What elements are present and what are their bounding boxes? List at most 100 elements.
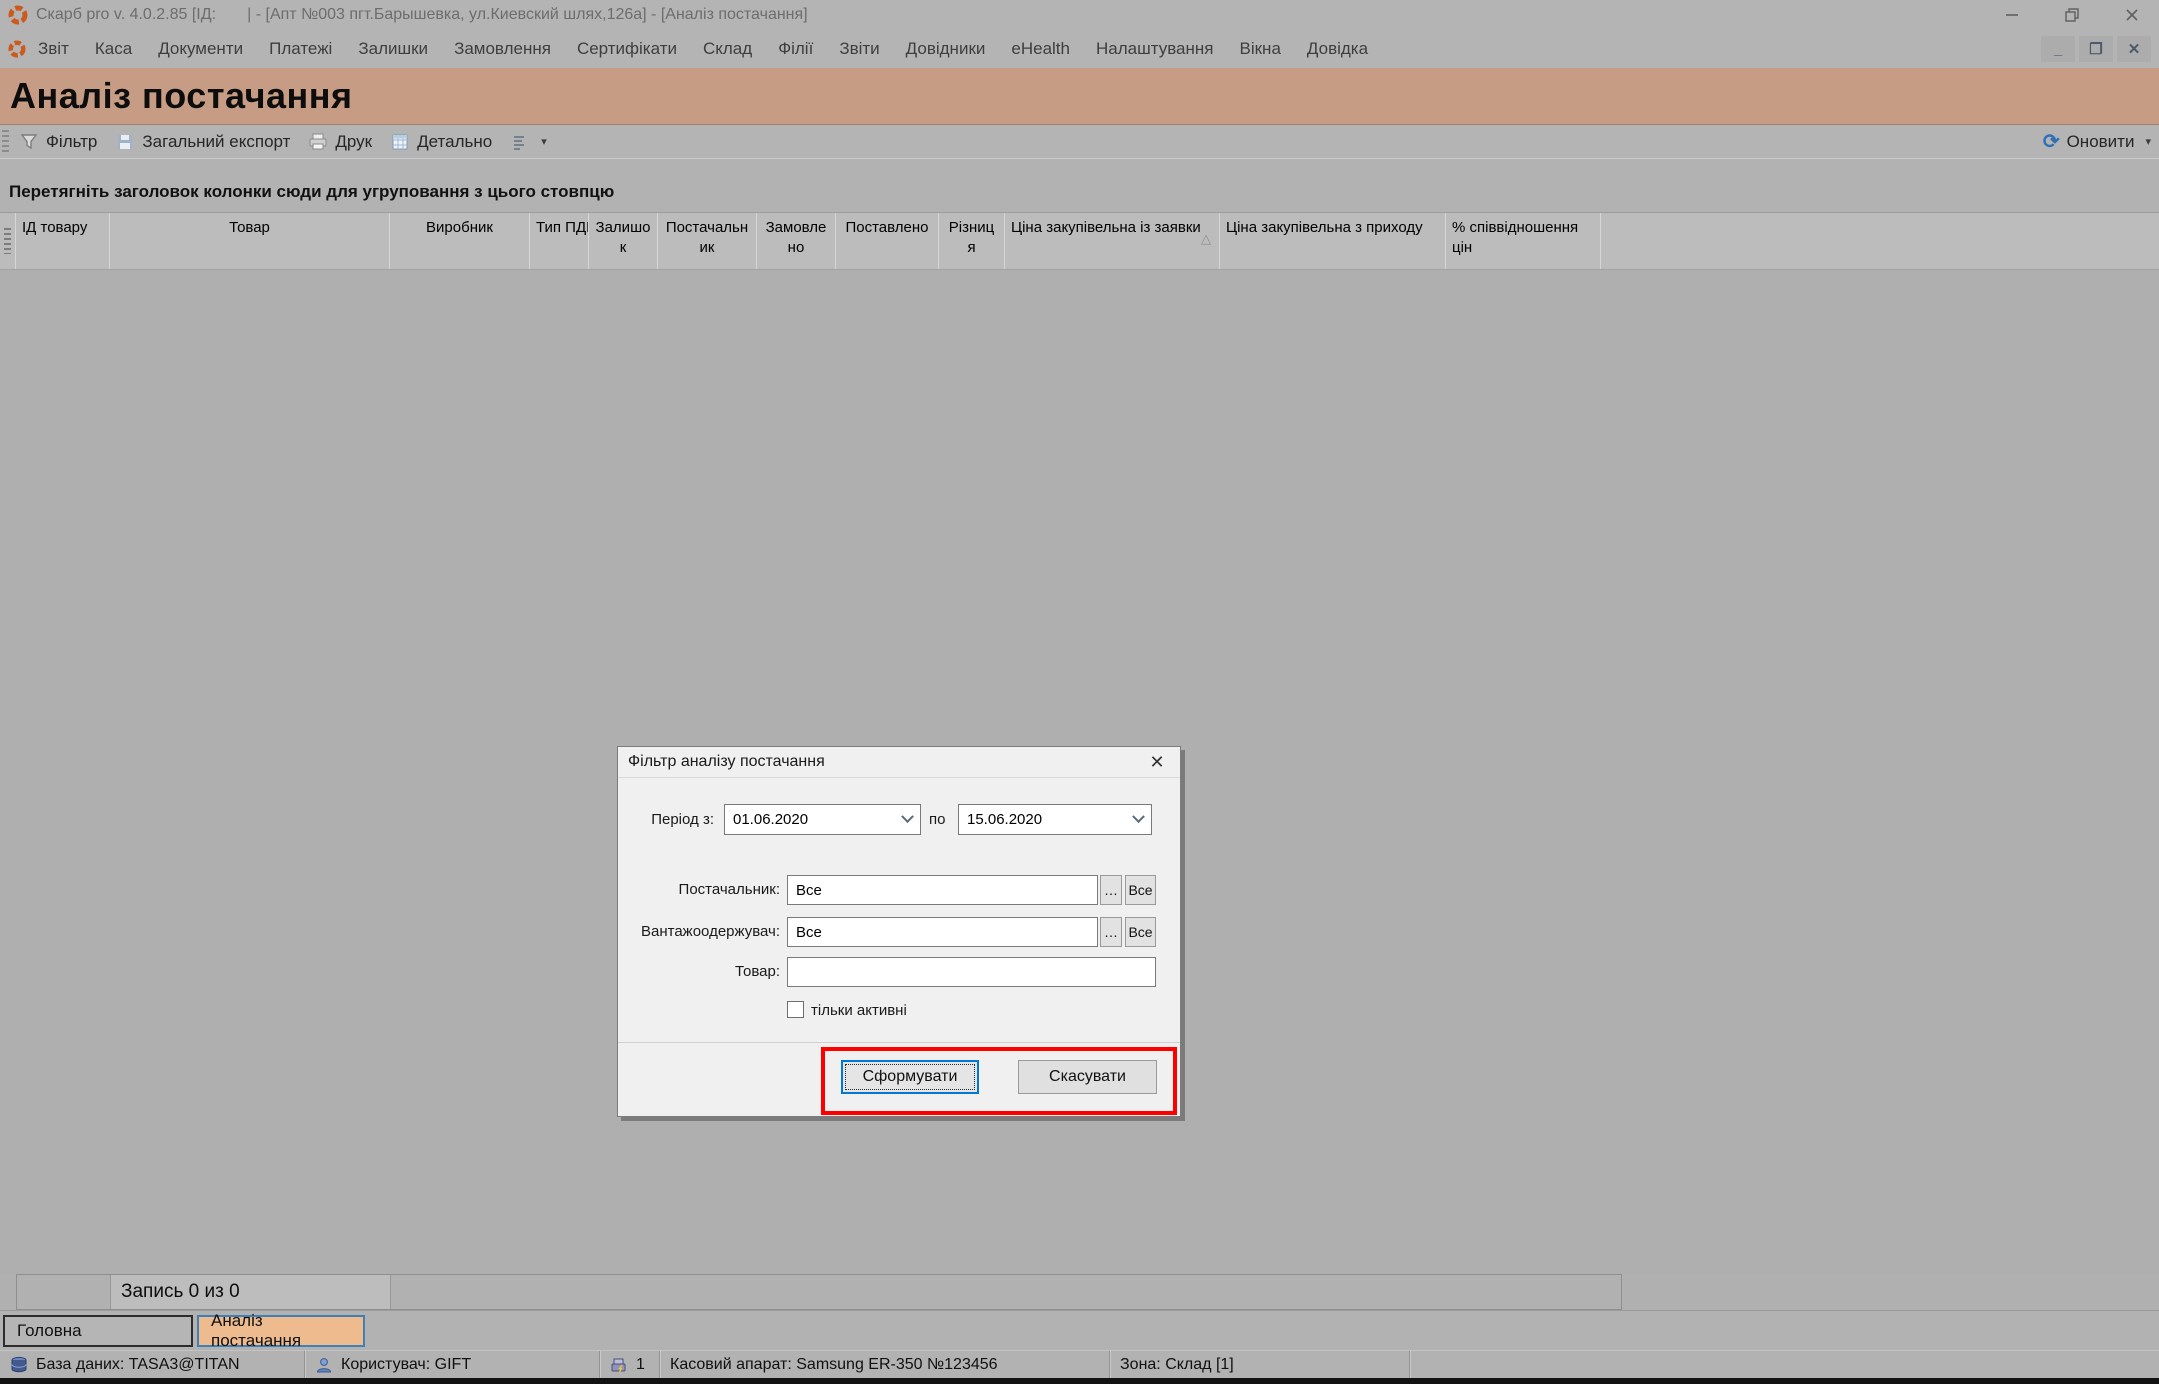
menu-item-ehealth[interactable]: eHealth: [1011, 39, 1070, 59]
menu-item-zvity[interactable]: Звіти: [839, 39, 879, 59]
menu-item-dovidka[interactable]: Довідка: [1307, 39, 1368, 59]
product-input[interactable]: [787, 957, 1156, 987]
minimize-icon[interactable]: [1999, 4, 2025, 26]
menu-item-sertyfikaty[interactable]: Сертифікати: [577, 39, 677, 59]
page-title-band: Аналіз постачання: [0, 68, 2159, 125]
column-header-id-tovaru[interactable]: ІД товару: [16, 213, 110, 269]
column-header-typ-pdv[interactable]: Тип ПДВ: [530, 213, 589, 269]
app-window: Скарб pro v. 4.0.2.85 [ІД: | - [Апт №003…: [0, 0, 2159, 1384]
toolbar-grip[interactable]: [2, 130, 9, 154]
consignee-value: Все: [796, 924, 1089, 941]
column-header-tsina-prykhodu[interactable]: Ціна закупівельна з приходу: [1220, 213, 1446, 269]
status-zone: Зона: Склад [1]: [1110, 1351, 1410, 1378]
status-user: Користувач: GIFT: [305, 1351, 600, 1378]
column-header-zalyshok[interactable]: Залишок: [589, 213, 658, 269]
menu-item-zalyshky[interactable]: Залишки: [358, 39, 428, 59]
combo-chevron-icon: [1132, 810, 1145, 823]
restore-icon[interactable]: [2059, 4, 2085, 26]
consignee-input[interactable]: Все: [787, 917, 1098, 947]
period-to-combo[interactable]: 15.06.2020: [958, 804, 1152, 835]
menu-item-kasa[interactable]: Каса: [95, 39, 132, 59]
close-icon[interactable]: [2119, 4, 2145, 26]
supplier-all-button[interactable]: Все: [1125, 875, 1156, 905]
menu-item-dokumenty[interactable]: Документи: [158, 39, 243, 59]
detail-label: Детально: [417, 132, 492, 152]
menu-item-zamovlennia[interactable]: Замовлення: [454, 39, 551, 59]
menu-item-filii[interactable]: Філії: [778, 39, 813, 59]
filter-icon: [19, 132, 39, 152]
dialog-title: Фільтр аналізу постачання: [628, 753, 1144, 771]
group-by-bar[interactable]: Перетягніть заголовок колонки сюди для у…: [0, 172, 2159, 212]
filter-button[interactable]: Фільтр: [19, 132, 97, 152]
group-by-hint: Перетягніть заголовок колонки сюди для у…: [9, 182, 614, 202]
period-from-combo[interactable]: 01.06.2020: [724, 804, 921, 835]
supplier-input[interactable]: Все: [787, 875, 1098, 905]
page-title: Аналіз постачання: [10, 75, 352, 117]
column-header-tsina-zaiavky[interactable]: Ціна закупівельна із заявки △: [1005, 213, 1220, 269]
dialog-close-icon[interactable]: ✕: [1144, 752, 1170, 773]
refresh-label: Оновити: [2067, 132, 2135, 152]
list-options-button[interactable]: ▾: [510, 132, 547, 152]
product-label: Товар:: [618, 963, 780, 980]
cancel-button[interactable]: Скасувати: [1018, 1060, 1157, 1094]
column-header-spivvidnoshennia[interactable]: % співвідношення цін: [1446, 213, 1601, 269]
record-count-panel: Запись 0 из 0: [111, 1275, 391, 1309]
mdi-minimize-icon[interactable]: _: [2041, 36, 2075, 62]
supplier-browse-button[interactable]: …: [1100, 875, 1122, 905]
print-label: Друк: [335, 132, 372, 152]
period-from-label: Період з:: [618, 811, 714, 828]
menu-item-platezhi[interactable]: Платежі: [269, 39, 332, 59]
grid-body[interactable]: Фільтр аналізу постачання ✕ Період з: 01…: [0, 270, 2159, 1274]
toolbar-separator: [0, 158, 2159, 172]
menu-item-zvit[interactable]: Звіт: [38, 39, 69, 59]
menu-item-vikna[interactable]: Вікна: [1240, 39, 1281, 59]
status-register-count: 1: [600, 1351, 660, 1378]
detail-icon: [390, 132, 410, 152]
period-from-value: 01.06.2020: [733, 811, 903, 828]
refresh-icon: ⟳: [2043, 129, 2060, 154]
consignee-all-button[interactable]: Все: [1125, 917, 1156, 947]
tab-holovna[interactable]: Головна: [3, 1315, 193, 1347]
only-active-checkbox[interactable]: [787, 1001, 804, 1018]
tab-analiz-postachannia[interactable]: Аналіз постачання: [197, 1315, 365, 1347]
print-icon: [308, 132, 328, 152]
menu-item-nalashtuvannia[interactable]: Налаштування: [1096, 39, 1214, 59]
export-button[interactable]: Загальний експорт: [115, 132, 290, 152]
list-options-icon: [510, 132, 530, 152]
user-text: Користувач: GIFT: [341, 1356, 471, 1374]
refresh-button[interactable]: ⟳ Оновити ▾: [2043, 129, 2151, 154]
combo-chevron-icon: [901, 810, 914, 823]
window-title: Скарб pro v. 4.0.2.85 [ІД: | - [Апт №003…: [36, 6, 1999, 24]
column-header-tovar[interactable]: Товар: [110, 213, 390, 269]
consignee-browse-button[interactable]: …: [1100, 917, 1122, 947]
mdi-close-icon[interactable]: ✕: [2117, 36, 2151, 62]
column-header-vyrobnyk[interactable]: Виробник: [390, 213, 530, 269]
generate-button[interactable]: Сформувати: [841, 1060, 979, 1094]
export-icon: [115, 132, 135, 152]
register-count: 1: [636, 1356, 645, 1374]
mdi-restore-icon[interactable]: ❐: [2079, 36, 2113, 62]
export-label: Загальний експорт: [142, 132, 290, 152]
menu-item-sklad[interactable]: Склад: [703, 39, 752, 59]
detail-button[interactable]: Детально: [390, 132, 492, 152]
filter-dialog: Фільтр аналізу постачання ✕ Період з: 01…: [617, 746, 1181, 1117]
sort-ascending-icon[interactable]: △: [1201, 231, 1211, 248]
tab-bar: Головна Аналіз постачання: [0, 1310, 2159, 1350]
column-header-postachalnyk[interactable]: Постачальник: [658, 213, 757, 269]
grid-header-row: ІД товару Товар Виробник Тип ПДВ Залишок…: [0, 212, 2159, 270]
period-to-value: 15.06.2020: [967, 811, 1134, 828]
bottom-edge: [0, 1378, 2159, 1384]
menu-bar: Звіт Каса Документи Платежі Залишки Замо…: [0, 30, 2159, 68]
menu-items: Звіт Каса Документи Платежі Залишки Замо…: [38, 39, 2041, 59]
column-header-riznytsia[interactable]: Різниця: [939, 213, 1005, 269]
caret-down-icon: ▾: [541, 135, 547, 148]
dialog-title-bar[interactable]: Фільтр аналізу постачання ✕: [618, 747, 1180, 778]
column-header-postavleno[interactable]: Поставлено: [836, 213, 939, 269]
menu-item-dovidnyky[interactable]: Довідники: [906, 39, 986, 59]
print-button[interactable]: Друк: [308, 132, 372, 152]
column-header-zamovleno[interactable]: Замовлено: [757, 213, 836, 269]
record-navigator-buttons[interactable]: [17, 1275, 111, 1309]
status-filler: [1410, 1351, 2159, 1378]
supplier-label: Постачальник:: [618, 881, 780, 898]
dialog-separator: [618, 1042, 1180, 1043]
